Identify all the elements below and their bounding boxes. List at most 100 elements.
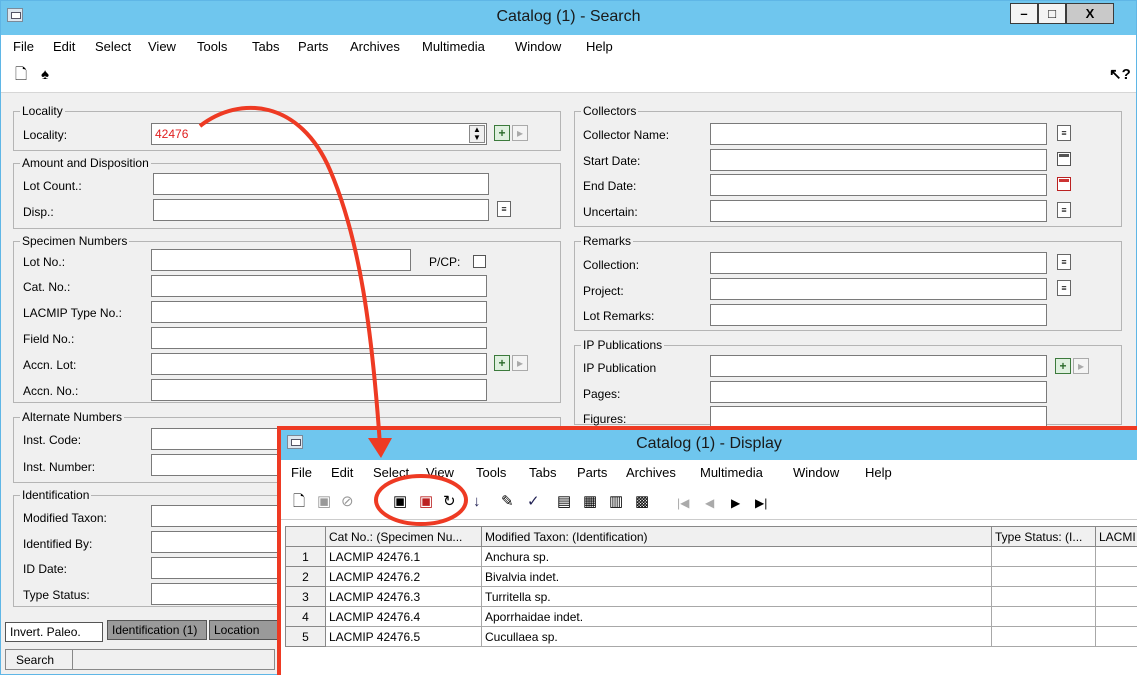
edit-accn-lot-icon[interactable]: ▸ (512, 355, 528, 371)
end-date-calendar-icon[interactable] (1057, 177, 1071, 191)
row-number[interactable]: 3 (285, 586, 326, 607)
menu-file[interactable]: File (13, 39, 34, 54)
lacmip-cell[interactable] (1095, 546, 1137, 567)
display-menu-archives[interactable]: Archives (626, 465, 676, 480)
report-icon[interactable]: ▩ (635, 494, 649, 510)
lacmip-cell[interactable] (1095, 586, 1137, 607)
menu-archives[interactable]: Archives (350, 39, 400, 54)
menu-help[interactable]: Help (586, 39, 613, 54)
type-status-cell[interactable] (991, 626, 1096, 647)
taxon-cell[interactable]: Aporrhaidae indet. (481, 606, 992, 627)
type-status-cell[interactable] (991, 566, 1096, 587)
next-record-icon[interactable]: ▶ (731, 495, 740, 511)
add-accn-lot-icon[interactable]: + (494, 355, 510, 371)
row-number[interactable]: 4 (285, 606, 326, 627)
lacmip-cell[interactable] (1095, 626, 1137, 647)
row-number[interactable]: 5 (285, 626, 326, 647)
minimize-button[interactable]: – (1010, 3, 1038, 24)
edit-locality-icon[interactable]: ▸ (512, 125, 528, 141)
menu-parts[interactable]: Parts (298, 39, 328, 54)
menu-multimedia[interactable]: Multimedia (422, 39, 485, 54)
inst-number-field[interactable] (151, 454, 281, 476)
display-menu-tools[interactable]: Tools (476, 465, 506, 480)
table-row[interactable]: 3 LACMIP 42476.3 Turritella sp. (285, 586, 1137, 607)
binoculars-icon[interactable]: ♠ (41, 67, 49, 83)
locality-field[interactable]: 42476 (151, 123, 487, 145)
cat-no-cell[interactable]: LACMIP 42476.3 (325, 586, 482, 607)
start-date-calendar-icon[interactable] (1057, 152, 1071, 166)
taxon-cell[interactable]: Turritella sp. (481, 586, 992, 607)
save-icon[interactable]: ▣ (317, 494, 331, 510)
disp-picklist-icon[interactable]: ≡ (497, 201, 511, 217)
accn-lot-field[interactable] (151, 353, 487, 375)
field-no-field[interactable] (151, 327, 487, 349)
cat-no-cell[interactable]: LACMIP 42476.5 (325, 626, 482, 647)
sort-icon[interactable]: ↓ (473, 494, 481, 510)
row-number[interactable]: 2 (285, 566, 326, 587)
grid-view-icon[interactable]: ▦ (583, 494, 597, 510)
list-view-icon[interactable]: ▥ (609, 494, 623, 510)
add-publication-icon[interactable]: + (1055, 358, 1071, 374)
menu-window[interactable]: Window (515, 39, 561, 54)
collection-picklist-icon[interactable]: ≡ (1057, 254, 1071, 270)
display-menu-tabs[interactable]: Tabs (529, 465, 556, 480)
column-header-type-status[interactable]: Type Status: (I... (991, 526, 1096, 547)
project-picklist-icon[interactable]: ≡ (1057, 280, 1071, 296)
type-status-field[interactable] (151, 583, 281, 605)
column-header-modified-taxon[interactable]: Modified Taxon: (Identification) (481, 526, 992, 547)
display-menu-window[interactable]: Window (793, 465, 839, 480)
pcp-checkbox[interactable] (473, 255, 486, 268)
cat-no-cell[interactable]: LACMIP 42476.1 (325, 546, 482, 567)
close-button[interactable]: X (1066, 3, 1114, 24)
last-record-icon[interactable]: ▶| (755, 495, 767, 511)
page-view-icon[interactable]: ▤ (557, 494, 571, 510)
tab-invert-paleo[interactable]: Invert. Paleo. (5, 622, 103, 642)
end-date-field[interactable] (710, 174, 1047, 196)
display-menu-help[interactable]: Help (865, 465, 892, 480)
cat-no-cell[interactable]: LACMIP 42476.2 (325, 566, 482, 587)
start-date-field[interactable] (710, 149, 1047, 171)
display-menu-parts[interactable]: Parts (577, 465, 607, 480)
taxon-cell[interactable]: Cucullaea sp. (481, 626, 992, 647)
first-record-icon[interactable]: |◀ (677, 495, 689, 511)
ip-publication-field[interactable] (710, 355, 1047, 377)
lacmip-cell[interactable] (1095, 606, 1137, 627)
display-menu-edit[interactable]: Edit (331, 465, 353, 480)
display-menu-multimedia[interactable]: Multimedia (700, 465, 763, 480)
type-status-cell[interactable] (991, 546, 1096, 567)
context-help-icon[interactable]: ↖? (1109, 67, 1131, 83)
lot-no-field[interactable] (151, 249, 411, 271)
menu-edit[interactable]: Edit (53, 39, 75, 54)
id-date-field[interactable] (151, 557, 281, 579)
previous-record-icon[interactable]: ◀ (705, 495, 714, 511)
taxon-cell[interactable]: Bivalvia indet. (481, 566, 992, 587)
accn-no-field[interactable] (151, 379, 487, 401)
display-menu-view[interactable]: View (426, 465, 454, 480)
uncertain-field[interactable] (710, 200, 1047, 222)
cat-no-field[interactable] (151, 275, 487, 297)
menu-tools[interactable]: Tools (197, 39, 227, 54)
menu-tabs[interactable]: Tabs (252, 39, 279, 54)
locality-spinner[interactable]: ▲ ▼ (469, 125, 485, 143)
column-header-cat-no[interactable]: Cat No.: (Specimen Nu... (325, 526, 482, 547)
collector-name-field[interactable] (710, 123, 1047, 145)
cancel-icon[interactable]: ⊘ (341, 494, 354, 510)
menu-view[interactable]: View (148, 39, 176, 54)
figures-field[interactable] (710, 406, 1047, 428)
table-row[interactable]: 4 LACMIP 42476.4 Aporrhaidae indet. (285, 606, 1137, 627)
select-record-icon[interactable]: ▣ (393, 494, 407, 510)
row-number[interactable]: 1 (285, 546, 326, 567)
lot-remarks-field[interactable] (710, 304, 1047, 326)
edit-publication-icon[interactable]: ▸ (1073, 358, 1089, 374)
project-field[interactable] (710, 278, 1047, 300)
maximize-button[interactable]: □ (1038, 3, 1066, 24)
type-status-cell[interactable] (991, 606, 1096, 627)
collector-picklist-icon[interactable]: ≡ (1057, 125, 1071, 141)
inst-code-field[interactable] (151, 428, 281, 450)
lacmip-cell[interactable] (1095, 566, 1137, 587)
display-menu-select[interactable]: Select (373, 465, 409, 480)
lacmip-type-field[interactable] (151, 301, 487, 323)
table-row[interactable]: 1 LACMIP 42476.1 Anchura sp. (285, 546, 1137, 567)
modified-taxon-field[interactable] (151, 505, 281, 527)
edit-icon[interactable]: ✎ (501, 494, 514, 510)
